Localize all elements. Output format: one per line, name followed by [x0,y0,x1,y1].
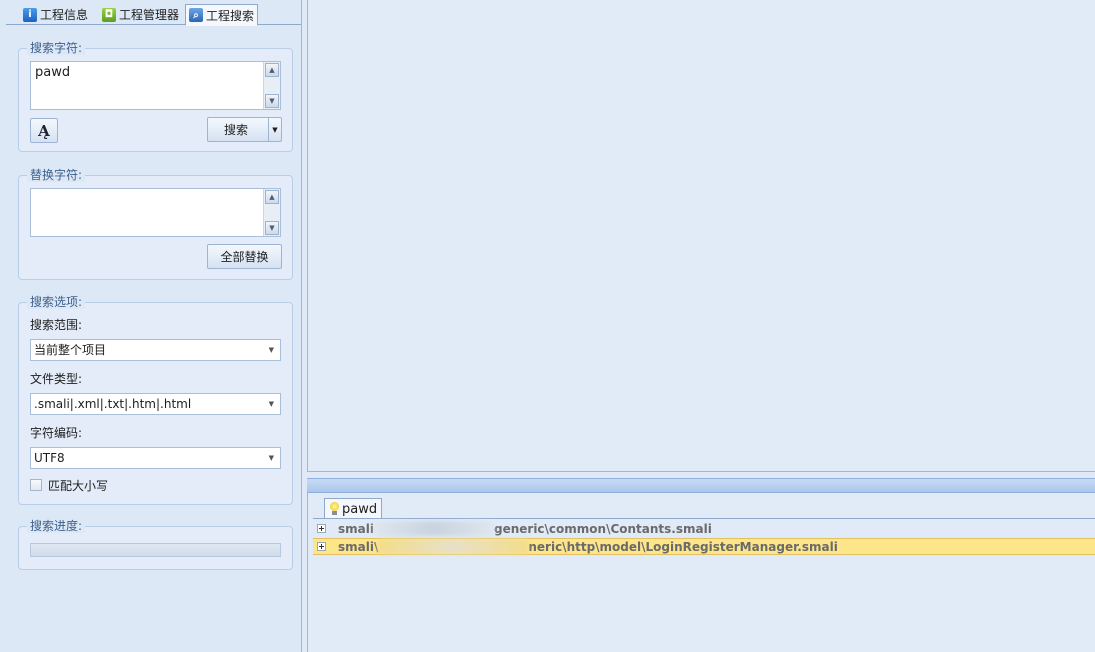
font-case-button[interactable]: Ą [30,118,58,143]
replace-input[interactable]: ▲ ▼ [30,188,281,237]
android-icon: ◘ [102,7,116,22]
results-tab-label: pawd [342,501,378,517]
search-panel: i 工程信息 ◘ 工程管理器 ⌕ 工程搜索 搜索字符: pawd ▲ ▼ Ą 搜… [0,0,302,652]
search-results-panel: pawd smali generic\common\Contants.smali… [307,493,1095,652]
search-string-group: 搜索字符: pawd ▲ ▼ Ą 搜索 ▼ [18,41,293,152]
scroll-down-icon[interactable]: ▼ [265,94,279,108]
search-icon: ⌕ [189,8,203,22]
search-options-group: 搜索选项: 搜索范围: 当前整个项目 ▼ 文件类型: .smali|.xml|.… [18,295,293,505]
replace-all-button[interactable]: 全部替换 [207,244,282,269]
match-case-label: 匹配大小写 [48,479,109,493]
encoding-value: UTF8 [34,451,65,465]
encoding-label: 字符编码: [30,426,83,440]
tab-label: 工程管理器 [119,8,180,22]
search-button-label: 搜索 [224,123,249,137]
scope-value: 当前整个项目 [34,343,107,357]
replace-string-group: 替换字符: ▲ ▼ 全部替换 [18,168,293,280]
chevron-down-icon: ▼ [268,346,274,354]
result-row[interactable]: smali generic\common\Contants.smali [313,520,1095,537]
group-title: 替换字符: [27,168,86,182]
scrollbar[interactable]: ▲ ▼ [263,62,280,109]
search-progress-bar [30,543,281,557]
scope-select[interactable]: 当前整个项目 ▼ [30,339,281,361]
redacted-region [378,539,529,554]
result-path-prefix: smali [338,521,374,536]
scrollbar[interactable]: ▲ ▼ [263,189,280,236]
chevron-down-icon: ▼ [268,454,274,462]
redacted-region [373,521,494,536]
tab-project-manager[interactable]: ◘ 工程管理器 [99,4,182,25]
panel-splitter[interactable] [307,478,1095,493]
group-title: 搜索字符: [27,41,86,55]
result-path-suffix: neric\http\model\LoginRegisterManager.sm… [528,539,838,554]
editor-area [307,0,1095,472]
expand-icon[interactable] [317,542,326,551]
project-tabstrip: i 工程信息 ◘ 工程管理器 ⌕ 工程搜索 [6,4,301,26]
result-path-suffix: generic\common\Contants.smali [493,521,712,536]
result-path-prefix: smali\ [338,539,379,554]
encoding-select[interactable]: UTF8 ▼ [30,447,281,469]
group-title: 搜索进度: [27,519,86,533]
scroll-up-icon[interactable]: ▲ [265,190,279,204]
filetype-label: 文件类型: [30,372,83,386]
chevron-down-icon: ▼ [268,400,274,408]
filetype-value: .smali|.xml|.txt|.htm|.html [34,397,192,411]
lightbulb-icon [329,502,340,516]
tab-divider [313,518,1095,519]
search-button[interactable]: 搜索 ▼ [207,117,282,142]
tab-label: 工程信息 [40,8,89,22]
tab-project-info[interactable]: i 工程信息 [20,4,91,25]
replace-all-label: 全部替换 [220,250,269,264]
match-case-checkbox[interactable] [30,479,42,491]
tab-project-search[interactable]: ⌕ 工程搜索 [185,4,259,26]
search-progress-group: 搜索进度: [18,519,293,570]
chevron-down-icon[interactable]: ▼ [268,118,281,141]
tab-label: 工程搜索 [206,8,255,23]
info-icon: i [23,7,37,22]
result-row-selected[interactable]: smali\ neric\http\model\LoginRegisterMan… [313,538,1095,555]
font-icon: Ą [38,121,50,140]
filetype-select[interactable]: .smali|.xml|.txt|.htm|.html ▼ [30,393,281,415]
scope-label: 搜索范围: [30,318,83,332]
search-input[interactable]: pawd ▲ ▼ [30,61,281,110]
expand-icon[interactable] [317,524,326,533]
group-title: 搜索选项: [27,295,86,309]
search-input-text: pawd [35,65,71,80]
results-tab[interactable]: pawd [324,498,383,519]
scroll-up-icon[interactable]: ▲ [265,63,279,77]
scroll-down-icon[interactable]: ▼ [265,221,279,235]
